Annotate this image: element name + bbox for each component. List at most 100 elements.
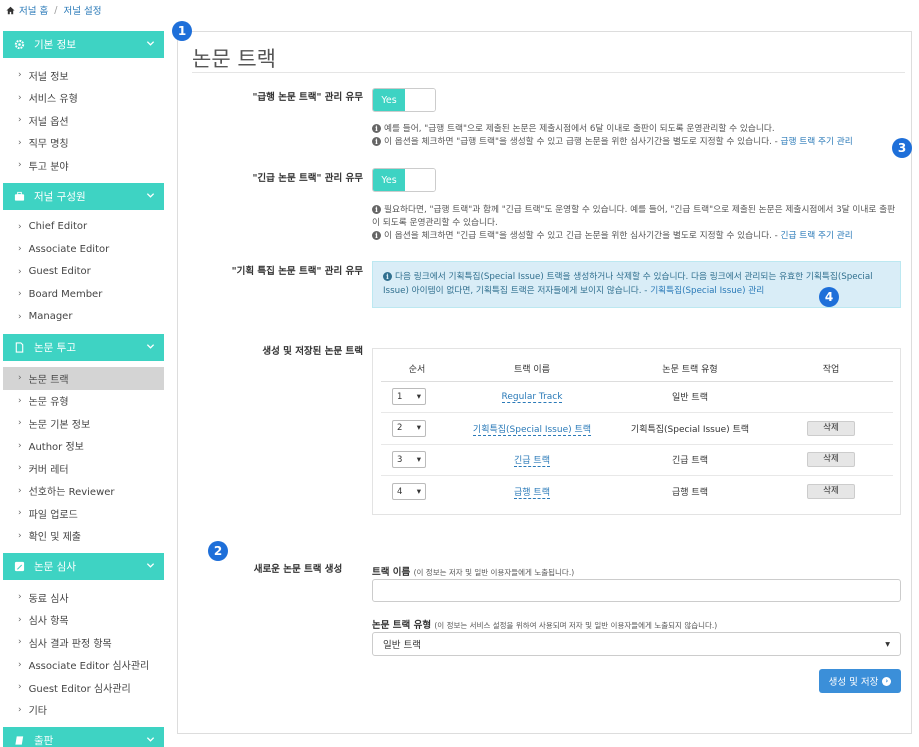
sidebar-header-label: 논문 심사: [34, 561, 76, 573]
sidebar-item-paper-basic-info[interactable]: › 논문 기본 정보: [3, 412, 164, 435]
delete-button[interactable]: 삭제: [807, 420, 855, 436]
sidebar-item-journal-info[interactable]: › 저널 정보: [3, 64, 164, 87]
sidebar-item-chief-editor[interactable]: › Chief Editor: [3, 216, 164, 239]
new-track-label: 새로운 논문 트랙 생성: [253, 564, 343, 575]
order-value: 4: [397, 486, 403, 497]
sidebar-item-label: Author 정보: [28, 442, 84, 454]
track-name-link[interactable]: 긴급 트랙: [514, 456, 550, 468]
sidebar-item-journal-options[interactable]: › 저널 옵션: [3, 109, 164, 132]
action-cell: 삭제: [769, 412, 893, 445]
order-select[interactable]: 2 ▾: [392, 419, 426, 437]
caret-down-icon: ▾: [416, 454, 421, 465]
sidebar-header-review[interactable]: 논문 심사: [3, 553, 164, 580]
sidebar-group-submission: 논문 투고 › 논문 트랙 › 논문 유형 › 논문 기본 정보 › Author 정보…: [3, 334, 164, 547]
tracks-table: 순서 트랙 이름 논문 트랙 유형 작업 1 ▾ Regular Track 일반…: [381, 356, 893, 507]
sidebar-item-preferred-reviewer[interactable]: › 선호하는 Reviewer: [3, 480, 164, 503]
track-name-link[interactable]: 급행 트랙: [514, 488, 550, 499]
sidebar-item-label: Guest Editor 심사관리: [28, 683, 131, 695]
sidebar-header-submission[interactable]: 논문 투고: [3, 334, 164, 361]
sidebar-item-review-items[interactable]: › 심사 항목: [3, 609, 164, 632]
sidebar-item-label: Associate Editor 심사관리: [28, 661, 150, 673]
sidebar-item-paper-type[interactable]: › 논문 유형: [3, 390, 164, 413]
sidebar: 기본 정보 › 저널 정보 › 서비스 유형 › 저널 옵션 › 직무 명칭 › 투고 분…: [3, 31, 164, 747]
sidebar-item-cover-letter[interactable]: › 커버 레터: [3, 457, 164, 480]
sidebar-item-peer-review[interactable]: › 동료 심사: [3, 586, 164, 609]
breadcrumb-separator: /: [54, 4, 58, 16]
delete-button[interactable]: 삭제: [807, 452, 855, 468]
order-select[interactable]: 4 ▾: [392, 483, 426, 500]
sidebar-item-board-member[interactable]: › Board Member: [3, 283, 164, 306]
table-row: 1 ▾ Regular Track 일반 트랙: [381, 381, 893, 413]
order-value: 1: [397, 391, 403, 402]
special-issue-manage-link[interactable]: 기획특집(Special Issue) 관리: [650, 286, 764, 296]
toggle-off-area: [405, 89, 435, 111]
sidebar-item-label: 논문 유형: [28, 397, 69, 409]
info-icon: i: [372, 137, 381, 146]
sidebar-item-guest-review[interactable]: › Guest Editor 심사관리: [3, 676, 164, 699]
gear-icon: [14, 39, 25, 50]
urgent-track-help: i 필요하다면, "급행 트랙"과 함께 "긴급 트랙"도 운영할 수 있습니다.…: [372, 204, 897, 243]
urgent-cycle-link[interactable]: 긴급 트랙 주기 관리: [781, 231, 853, 241]
sidebar-group-review: 논문 심사 › 동료 심사 › 심사 항목 › 심사 결과 판정 항목 › Associ…: [3, 553, 164, 721]
sidebar-item-confirm-submit[interactable]: › 확인 및 제출: [3, 525, 164, 548]
chevron-right-icon: ›: [18, 289, 22, 300]
chevron-right-icon: ›: [18, 395, 22, 406]
sidebar-item-label: 선호하는 Reviewer: [28, 487, 115, 499]
rapid-track-label: "급행 논문 트랙" 관리 유무: [252, 92, 363, 103]
sidebar-header-label: 논문 투고: [34, 342, 76, 354]
sidebar-item-label: Board Member: [28, 288, 103, 300]
sidebar-item-label: 확인 및 제출: [28, 532, 81, 544]
urgent-help-text-1: 필요하다면, "급행 트랙"과 함께 "긴급 트랙"도 운영할 수 있습니다. …: [372, 205, 896, 228]
table-row: 3 ▾ 긴급 트랙 긴급 트랙 삭제: [381, 444, 893, 476]
toggle-yes-label: Yes: [373, 169, 405, 191]
order-select[interactable]: 1 ▾: [392, 388, 426, 406]
track-type-select[interactable]: 일반 트랙 ▾: [372, 632, 901, 656]
rapid-track-toggle[interactable]: Yes: [372, 88, 436, 112]
chevron-right-icon: ›: [18, 266, 22, 277]
sidebar-item-associate-review[interactable]: › Associate Editor 심사관리: [3, 654, 164, 677]
order-cell: 4 ▾: [381, 476, 453, 508]
sidebar-item-submission-fields[interactable]: › 투고 분야: [3, 154, 164, 177]
breadcrumb-home-link[interactable]: 저널 홈: [19, 3, 48, 17]
sidebar-item-etc[interactable]: › 기타: [3, 699, 164, 722]
track-name-link[interactable]: 기획특집(Special Issue) 트랙: [472, 424, 592, 436]
info-icon: i: [372, 205, 381, 214]
sidebar-item-label: 파일 업로드: [28, 509, 78, 521]
info-icon: i: [372, 124, 381, 133]
sidebar-item-label: 서비스 유형: [28, 94, 78, 106]
track-name-link[interactable]: Regular Track: [501, 391, 563, 403]
sidebar-item-label: 기타: [28, 706, 48, 718]
track-name-input[interactable]: [372, 579, 901, 602]
breadcrumb-current-link[interactable]: 저널 설정: [63, 3, 101, 17]
sidebar-item-associate-editor[interactable]: › Associate Editor: [3, 238, 164, 261]
sidebar-header-members[interactable]: 저널 구성원: [3, 182, 164, 210]
sidebar-item-guest-editor[interactable]: › Guest Editor: [3, 261, 164, 284]
sidebar-item-service-type[interactable]: › 서비스 유형: [3, 87, 164, 110]
sidebar-header-publish[interactable]: 출판: [3, 727, 164, 747]
sidebar-item-review-decision[interactable]: › 심사 결과 판정 항목: [3, 631, 164, 654]
toggle-yes-label: Yes: [373, 89, 405, 111]
sidebar-item-label: 저널 옵션: [28, 116, 69, 128]
sidebar-item-label: 저널 정보: [28, 71, 69, 83]
sidebar-item-author-info[interactable]: › Author 정보: [3, 435, 164, 458]
sidebar-item-manager[interactable]: › Manager: [3, 306, 164, 329]
title-divider: [192, 72, 905, 73]
sidebar-item-file-upload[interactable]: › 파일 업로드: [3, 502, 164, 525]
sidebar-item-paper-track[interactable]: › 논문 트랙: [3, 367, 164, 390]
delete-button[interactable]: 삭제: [807, 484, 855, 499]
create-save-button[interactable]: 생성 및 저장 ›: [819, 669, 901, 693]
rapid-cycle-link[interactable]: 급행 트랙 주기 관리: [781, 137, 853, 147]
caret-down-icon: ▾: [885, 638, 890, 650]
order-select[interactable]: 3 ▾: [392, 451, 426, 469]
chevron-down-icon: [146, 192, 155, 198]
sidebar-header-basic[interactable]: 기본 정보: [3, 31, 164, 58]
chevron-right-icon: ›: [18, 92, 22, 103]
chevron-right-icon: ›: [18, 682, 22, 693]
urgent-track-toggle[interactable]: Yes: [372, 168, 436, 192]
arrow-circle-right-icon: ›: [882, 676, 892, 686]
sidebar-item-job-titles[interactable]: › 직무 명칭: [3, 132, 164, 155]
sidebar-item-label: 논문 기본 정보: [28, 419, 91, 431]
track-name-cell: 긴급 트랙: [453, 444, 611, 476]
track-name-field-label: 트랙 이름 (이 정보는 저자 및 일반 이용자들에게 노출됩니다.): [372, 564, 574, 578]
chevron-right-icon: ›: [18, 530, 22, 541]
